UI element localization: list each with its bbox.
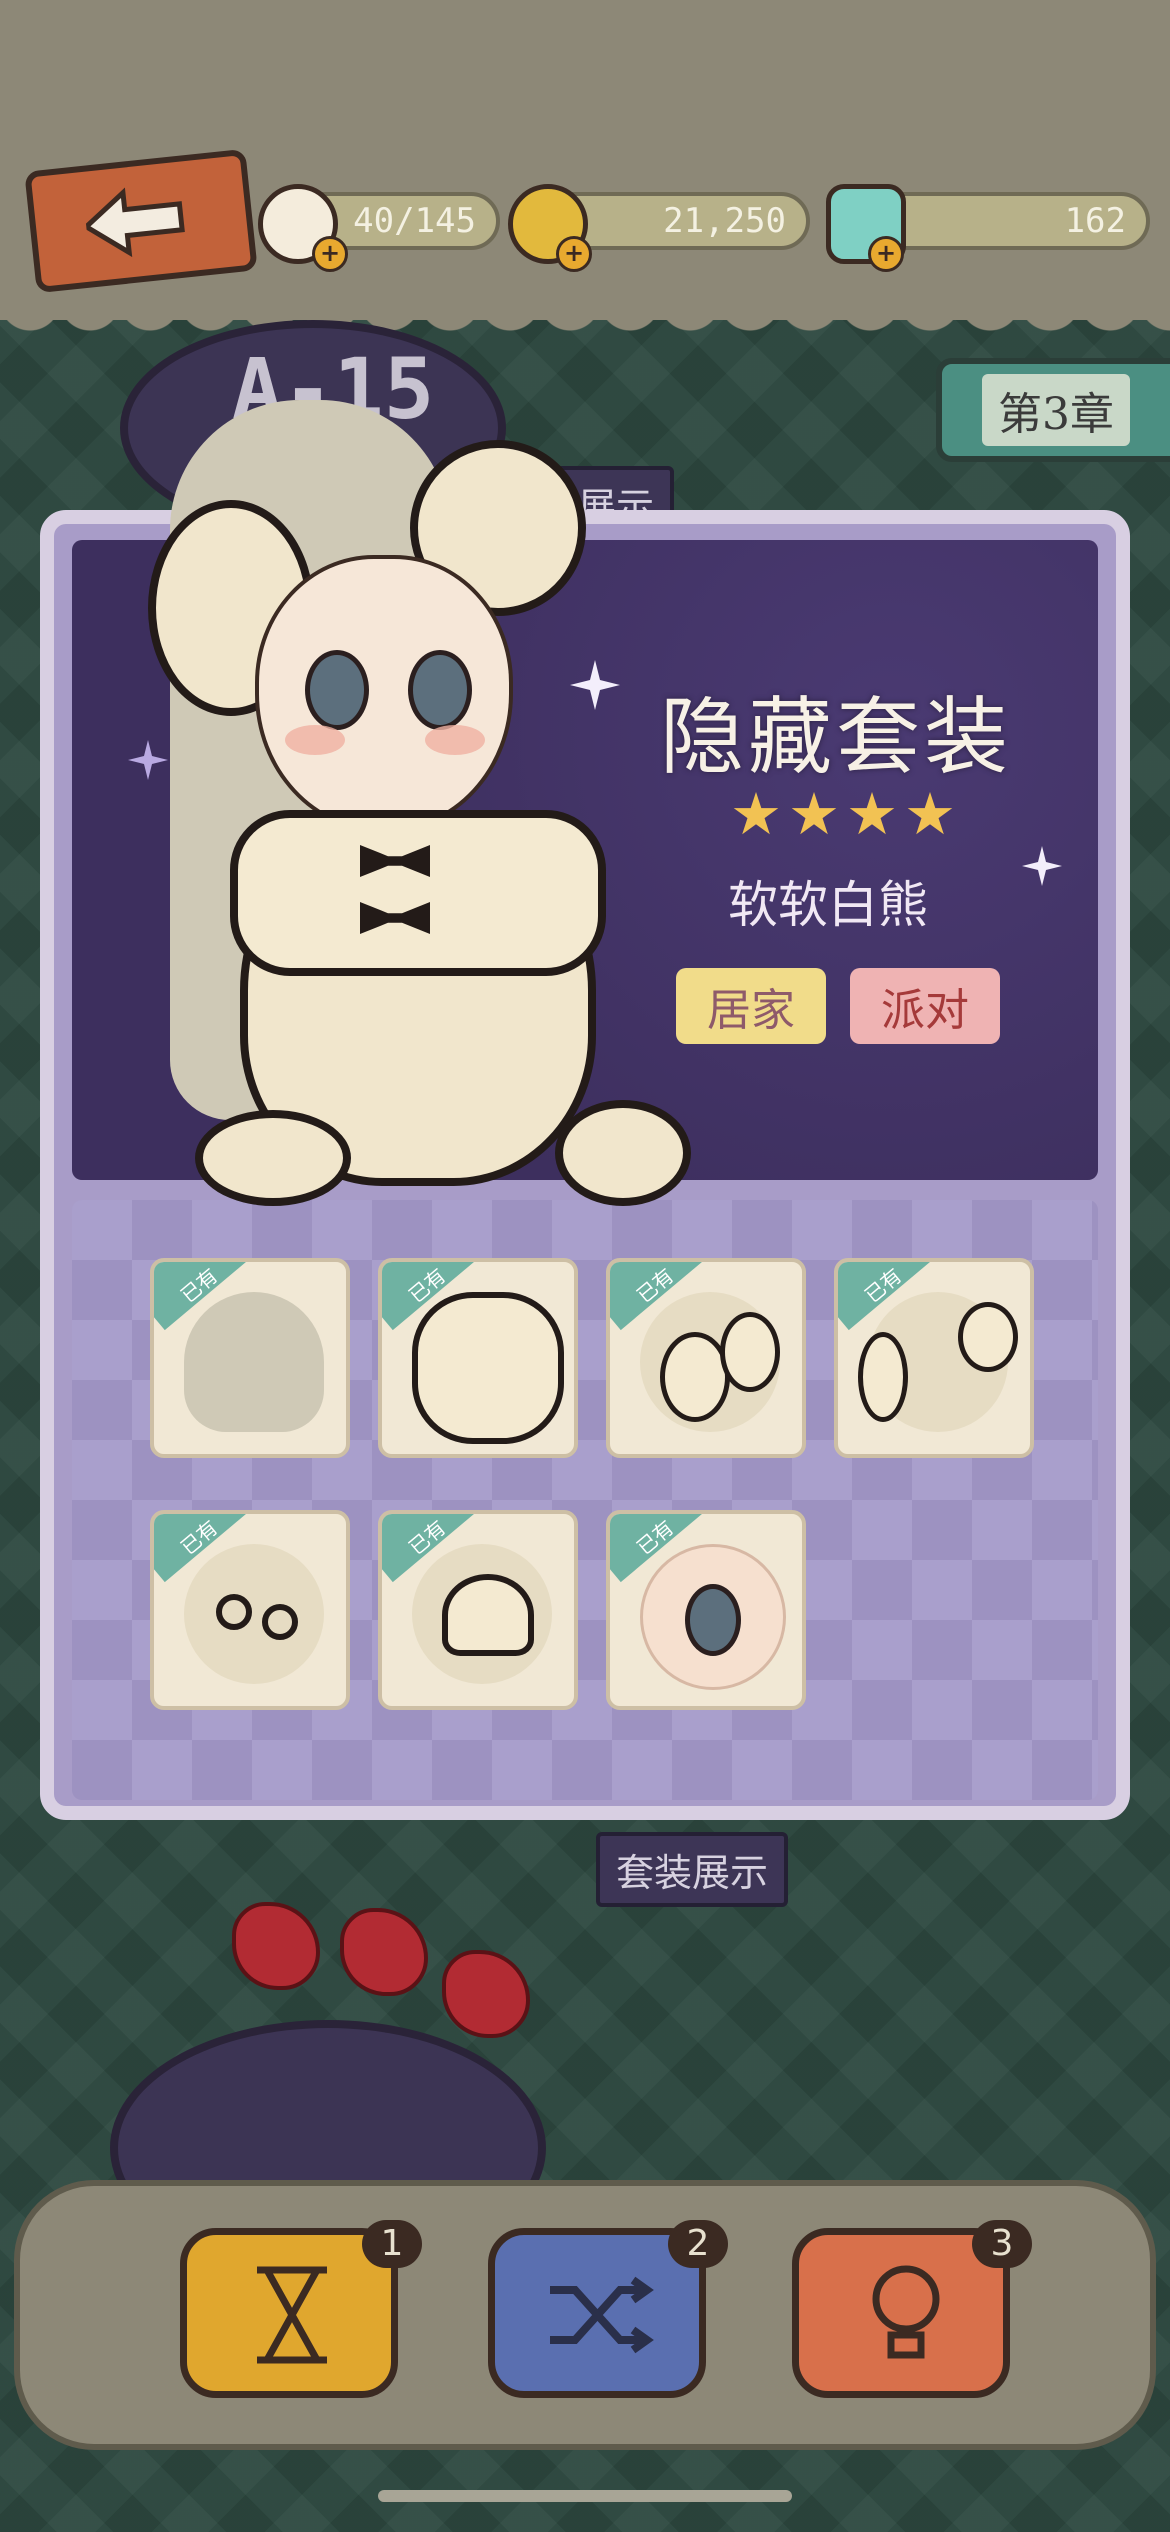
chapter-tag[interactable]: 第3章 (936, 358, 1170, 462)
character-left-mitten (195, 1110, 351, 1206)
character-face (255, 555, 513, 833)
shuffle-count: 2 (668, 2220, 728, 2268)
back-arrow-icon (82, 187, 185, 258)
character-left-eye (305, 650, 369, 730)
outfit-title: 隐藏套装 (660, 688, 1013, 786)
eye-icon (685, 1584, 741, 1656)
puff-icon (858, 1332, 908, 1422)
outfit-name: 软软白熊 (728, 876, 928, 934)
item-slot-shoes[interactable]: 已有 (378, 1510, 578, 1710)
sparkle-icon (128, 740, 168, 780)
hair-item-icon (184, 1292, 324, 1432)
mitten-icon (442, 1574, 534, 1656)
gem-plus-button[interactable]: + (868, 236, 904, 272)
cake-count: 40/145 (353, 201, 476, 241)
item-slot-eyes[interactable]: 已有 (606, 1510, 806, 1710)
character-blush-right (425, 725, 485, 755)
outfit-rating-stars: ★★★★ (730, 780, 962, 848)
gem-count: 162 (1064, 201, 1126, 241)
character-blush-left (285, 725, 345, 755)
hourglass-icon (257, 2266, 327, 2364)
sparkle-icon (570, 660, 620, 710)
earring-icon (262, 1604, 298, 1640)
shuffle-icon (550, 2276, 654, 2354)
home-indicator[interactable] (378, 2490, 792, 2502)
item-slot-hair[interactable]: 已有 (150, 1258, 350, 1458)
item-slot-hand-puffs[interactable]: 已有 (834, 1258, 1034, 1458)
character-top (230, 810, 606, 976)
hourglass-count: 1 (362, 2220, 422, 2268)
tag-party: 派对 (850, 968, 1000, 1044)
character-right-eye (408, 650, 472, 730)
back-button[interactable] (24, 148, 258, 294)
cake-plus-button[interactable]: + (312, 236, 348, 272)
item-slot-top[interactable]: 已有 (378, 1258, 578, 1458)
puff-icon (958, 1302, 1018, 1372)
hint-count: 3 (972, 2220, 1032, 2268)
coin-plus-button[interactable]: + (556, 236, 592, 272)
coin-count: 21,250 (663, 201, 786, 241)
outfit-show-button[interactable]: 套装展示 (596, 1832, 789, 1907)
earring-icon (216, 1594, 252, 1630)
tag-home: 居家 (676, 968, 826, 1044)
earrings-item-icon (184, 1544, 324, 1684)
item-slot-ear-puffs[interactable]: 已有 (606, 1258, 806, 1458)
top-item-icon (412, 1292, 564, 1444)
item-slot-earrings[interactable]: 已有 (150, 1510, 350, 1710)
lightbulb-icon (872, 2265, 940, 2359)
character-right-mitten (555, 1100, 691, 1206)
puff-icon (720, 1312, 780, 1392)
top-bar-scallop (0, 300, 1170, 340)
sparkle-icon (1022, 846, 1062, 886)
chapter-label: 第3章 (982, 374, 1130, 446)
